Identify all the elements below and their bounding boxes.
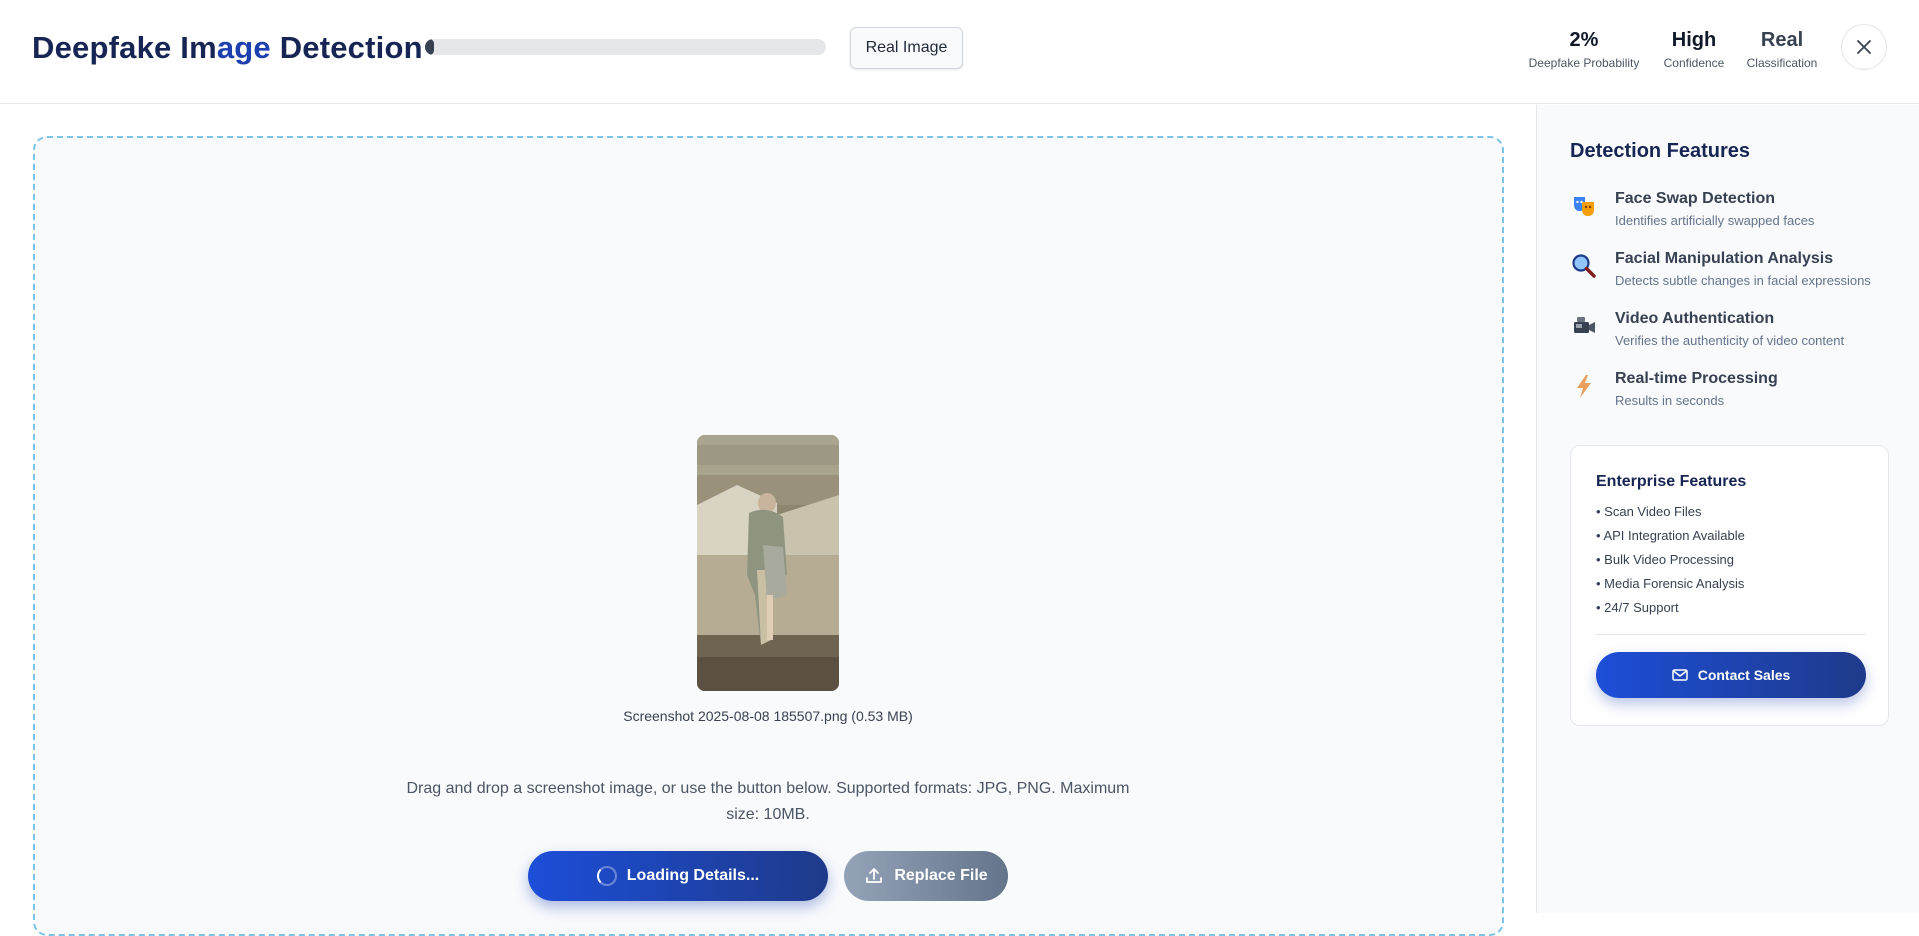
mail-icon [1671, 669, 1688, 681]
magnifier-icon [1570, 252, 1598, 280]
feature-name: Face Swap Detection [1615, 190, 1776, 207]
contact-label: Contact Sales [1697, 667, 1791, 683]
stat-value: 2% [1569, 29, 1599, 51]
list-item: • 24/7 Support [1596, 600, 1679, 615]
feature-face-swap: Face Swap Detection Identifies artificia… [1570, 190, 1910, 236]
feature-realtime-processing: Real-time Processing Results in seconds [1570, 370, 1910, 416]
stat-label: Confidence [1663, 56, 1725, 70]
list-item: • Bulk Video Processing [1596, 552, 1734, 567]
upload-icon [866, 868, 883, 883]
theater-masks-icon [1570, 192, 1598, 220]
upload-help-text: Drag and drop a screenshot image, or use… [406, 780, 1130, 823]
feature-name: Facial Manipulation Analysis [1615, 250, 1834, 267]
enterprise-title: Enterprise Features [1596, 473, 1747, 490]
upload-panel: Screenshot 2025-08-08 185507.png (0.53 M… [0, 105, 1536, 936]
feature-desc: Verifies the authenticity of video conte… [1615, 333, 1845, 348]
replace-file-button[interactable]: Replace File [844, 851, 1008, 901]
stat-value: High [1671, 29, 1717, 51]
loading-details-button[interactable]: Loading Details... [528, 851, 828, 901]
uploaded-image-preview [697, 435, 839, 691]
stat-deepfake-probability: 2% Deepfake Probability [1526, 28, 1642, 70]
video-camera-icon [1570, 312, 1598, 340]
feature-name: Real-time Processing [1615, 370, 1778, 387]
stat-value: Real [1760, 29, 1804, 51]
list-item: • Media Forensic Analysis [1596, 576, 1745, 591]
spinner-icon [596, 866, 617, 886]
list-item: • API Integration Available [1596, 528, 1745, 543]
deepfake-progress-bar [425, 39, 826, 55]
feature-desc: Detects subtle changes in facial express… [1615, 273, 1871, 288]
header: Deepfake Image Detection Real Image 2% D… [0, 0, 1919, 104]
close-button[interactable] [1841, 24, 1887, 70]
enterprise-list: • Scan Video Files • API Integration Ava… [1596, 503, 1745, 623]
result-button[interactable]: Real Image [850, 27, 963, 69]
stat-confidence: High Confidence [1656, 28, 1732, 70]
sidebar-title: Detection Features [1570, 140, 1751, 162]
contact-sales-button[interactable]: Contact Sales [1596, 652, 1866, 698]
page-title: Deepfake Image Detection [32, 30, 423, 65]
sidebar: Detection Features Face Swap Detection I… [1536, 105, 1919, 913]
stat-label: Classification [1746, 56, 1818, 70]
feature-name: Video Authentication [1615, 310, 1775, 327]
list-item: • Scan Video Files [1596, 504, 1702, 519]
feature-desc: Identifies artificially swapped faces [1615, 213, 1815, 228]
lightning-icon [1570, 372, 1598, 400]
stat-classification: Real Classification [1742, 28, 1822, 70]
feature-desc: Results in seconds [1615, 393, 1725, 408]
stat-label: Deepfake Probability [1528, 56, 1640, 70]
deepfake-progress-fill [425, 39, 434, 55]
enterprise-card: Enterprise Features • Scan Video Files •… [1570, 445, 1889, 726]
feature-video-authentication: Video Authentication Verifies the authen… [1570, 310, 1910, 356]
file-info: Screenshot 2025-08-08 185507.png (0.53 M… [623, 708, 913, 724]
divider [1596, 634, 1866, 635]
replace-label: Replace File [894, 867, 988, 884]
loading-label: Loading Details... [626, 867, 760, 884]
feature-facial-manipulation: Facial Manipulation Analysis Detects sub… [1570, 250, 1910, 296]
close-icon [1857, 40, 1871, 54]
